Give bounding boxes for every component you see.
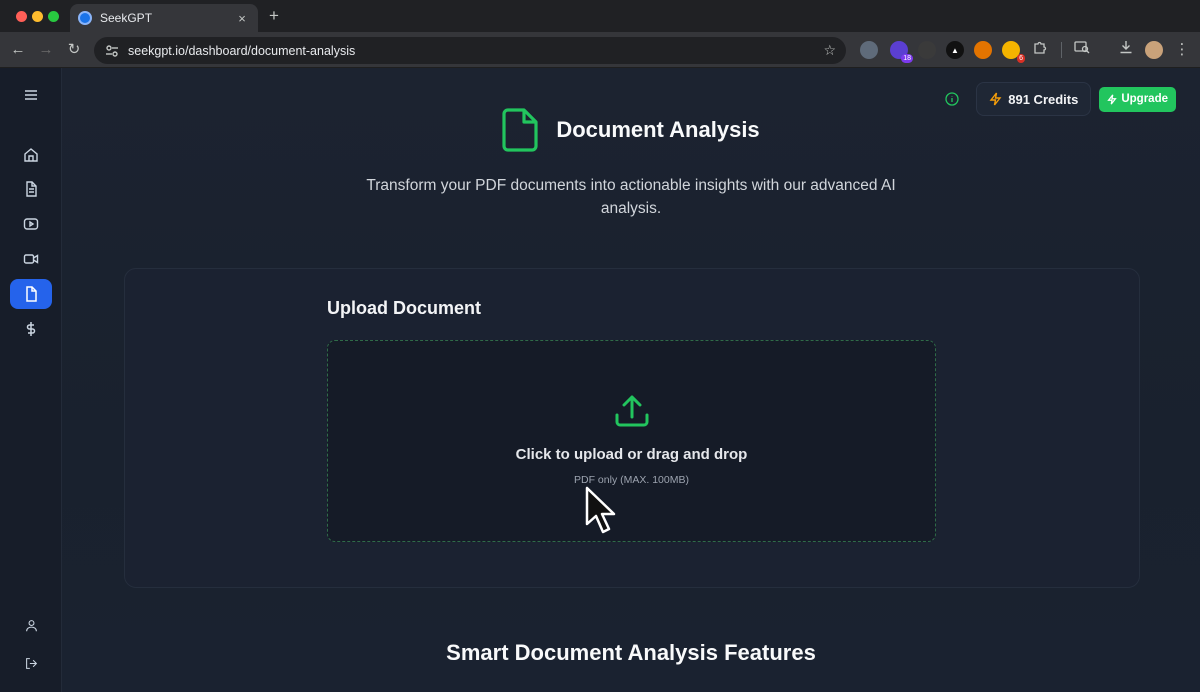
lightning-icon xyxy=(989,92,1002,106)
url-text[interactable]: seekgpt.io/dashboard/document-analysis xyxy=(128,44,823,58)
dropzone-hint: PDF only (MAX. 100MB) xyxy=(574,474,689,486)
page-header: Document Analysis xyxy=(62,108,1200,152)
file-dropzone[interactable]: Click to upload or drag and drop PDF onl… xyxy=(327,340,936,542)
browser-menu-icon[interactable]: ⋮ xyxy=(1172,40,1192,60)
document-icon xyxy=(502,108,538,152)
extension-icon-4[interactable]: ▲ xyxy=(946,41,964,59)
file-text-icon xyxy=(26,181,37,197)
tab-title: SeekGPT xyxy=(100,11,153,25)
sidebar-item-documents[interactable] xyxy=(10,174,52,204)
extension-icon-6[interactable]: 6 xyxy=(1002,41,1025,63)
seekgpt-favicon-icon xyxy=(78,11,92,25)
file-icon xyxy=(26,286,37,302)
lightning-icon xyxy=(1107,94,1118,104)
info-icon xyxy=(945,92,959,106)
minimize-window-button[interactable] xyxy=(32,11,43,22)
sidebar-item-document-analysis[interactable] xyxy=(10,279,52,309)
extension-icon-3[interactable] xyxy=(918,41,936,59)
browser-tab[interactable]: SeekGPT × xyxy=(70,4,258,32)
reload-icon[interactable]: ↻ xyxy=(64,40,84,60)
tab-close-icon[interactable]: × xyxy=(234,11,250,26)
dollar-icon xyxy=(26,322,36,336)
page-title: Document Analysis xyxy=(556,117,760,142)
sidebar-item-pricing[interactable] xyxy=(10,314,52,344)
forward-arrow-icon[interactable]: → xyxy=(36,40,56,60)
profile-avatar-icon[interactable] xyxy=(1145,41,1163,59)
features-heading: Smart Document Analysis Features xyxy=(446,640,816,665)
maximize-window-button[interactable] xyxy=(48,11,59,22)
bookmark-star-icon[interactable]: ☆ xyxy=(823,42,836,59)
video-icon xyxy=(23,254,39,264)
credits-label: 891 Credits xyxy=(1008,91,1079,107)
sidebar-item-logout[interactable] xyxy=(10,648,52,678)
upload-icon xyxy=(615,395,649,427)
toolbar-divider xyxy=(1061,42,1062,58)
sidebar-item-home[interactable] xyxy=(10,140,52,170)
dropzone-text: Click to upload or drag and drop xyxy=(515,446,748,463)
logout-icon xyxy=(25,657,37,669)
home-icon xyxy=(24,148,38,162)
close-window-button[interactable] xyxy=(16,11,27,22)
sidebar-item-youtube[interactable] xyxy=(10,209,52,239)
main-content: 891 Credits Upgrade Document Analysis Tr… xyxy=(62,68,1200,692)
browser-tab-bar: SeekGPT × + xyxy=(0,0,1200,32)
address-bar[interactable]: seekgpt.io/dashboard/document-analysis ☆ xyxy=(94,37,846,64)
new-tab-button[interactable]: + xyxy=(264,6,284,26)
back-arrow-icon[interactable]: ← xyxy=(8,40,28,60)
sidebar-item-profile[interactable] xyxy=(10,610,52,640)
page-subtitle: Transform your PDF documents into action… xyxy=(366,177,896,217)
user-icon xyxy=(25,619,37,631)
extension-icon-1[interactable] xyxy=(860,41,878,59)
extension-icon-5[interactable] xyxy=(974,41,992,59)
tab-search-icon[interactable] xyxy=(1072,40,1092,60)
browser-toolbar: ← → ↻ seekgpt.io/dashboard/document-anal… xyxy=(0,32,1200,68)
site-settings-icon[interactable] xyxy=(104,43,120,59)
download-icon[interactable] xyxy=(1116,40,1136,60)
sidebar-item-video[interactable] xyxy=(10,244,52,274)
extension-badge: 18 xyxy=(901,54,913,63)
extension-badge: 6 xyxy=(1017,54,1025,63)
puzzle-extensions-icon[interactable] xyxy=(1030,40,1050,60)
extension-icon-2[interactable]: 18 xyxy=(890,41,913,63)
app-viewport: 891 Credits Upgrade Document Analysis Tr… xyxy=(0,68,1200,692)
hamburger-menu-button[interactable] xyxy=(10,80,52,110)
upload-heading: Upload Document xyxy=(327,298,482,318)
menu-icon xyxy=(25,90,37,100)
upgrade-label: Upgrade xyxy=(1121,93,1168,105)
play-icon xyxy=(23,218,39,230)
sidebar xyxy=(0,68,62,692)
